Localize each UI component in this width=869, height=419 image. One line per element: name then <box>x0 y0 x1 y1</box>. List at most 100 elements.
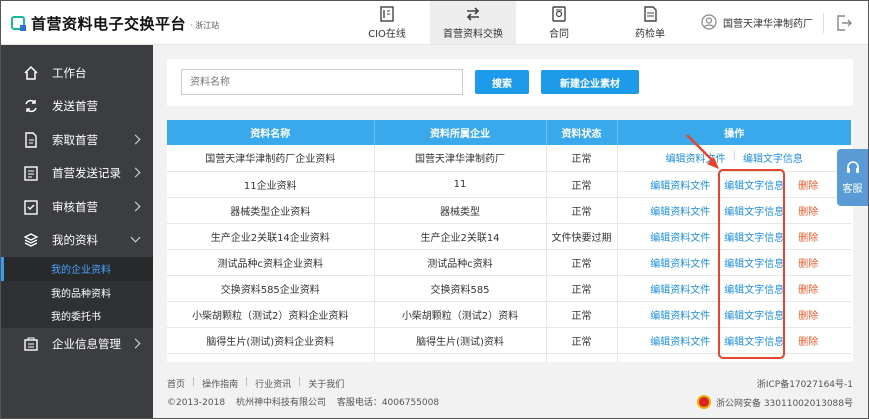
cell-company: 11 <box>374 171 547 198</box>
company-name: 杭州神中科技有限公司 <box>235 398 326 408</box>
edit-file-link[interactable]: 编辑资料文件 <box>659 150 733 165</box>
sidebar-item-send-record[interactable]: 首营发送记录 <box>1 157 153 191</box>
logout-icon[interactable] <box>835 14 853 32</box>
contract-icon <box>551 5 567 22</box>
sidebar-sub-label: 我的企业资料 <box>51 265 111 277</box>
table-row: 测试品种c资料企业资料 测试品种c资料 正常 编辑资料文件 编辑文字信息 删除 <box>167 249 851 276</box>
sidebar-item-workbench[interactable]: 工作台 <box>1 56 153 90</box>
edit-file-link[interactable]: 编辑资料文件 <box>643 359 717 363</box>
cell-actions: 编辑资料文件编辑文字信息删除 <box>617 275 851 302</box>
cell-company: 器械类型 <box>374 197 547 224</box>
cell-status: 正常 <box>546 301 618 328</box>
sidebar-item-audit[interactable]: 审核首营 <box>1 190 153 224</box>
footer-separator: | <box>298 377 302 387</box>
icp-number[interactable]: 浙ICP备17027164号-1 <box>757 377 853 390</box>
nav-cio-online[interactable]: CIO在线 <box>344 1 430 44</box>
delete-link[interactable]: 删除 <box>791 281 825 296</box>
chevron-right-icon <box>130 167 141 178</box>
police-record[interactable]: 浙公网安备 33011002013088号 <box>696 395 853 409</box>
refresh-icon <box>23 98 39 114</box>
sidebar-sub-my-authorization[interactable]: 我的委托书 <box>1 304 153 328</box>
delete-link[interactable]: 删除 <box>791 333 825 348</box>
footer-link-about[interactable]: 关于我们 <box>308 377 344 390</box>
edit-file-link[interactable]: 编辑资料文件 <box>643 177 717 192</box>
footer-separator: | <box>245 377 249 387</box>
table-header-row: 资料名称 资料所属企业 资料状态 操作 <box>167 120 851 145</box>
cell-company: 生产企业2关联14 <box>374 223 547 250</box>
sidebar-item-my-data[interactable]: 我的资料 <box>1 224 153 258</box>
edit-text-link[interactable]: 编辑文字信息 <box>717 177 791 192</box>
header-divider <box>823 13 824 33</box>
cell-actions: 编辑资料文件编辑文字信息删除 <box>617 197 851 224</box>
cell-name: 11企业资料 <box>167 171 375 198</box>
edit-text-link[interactable]: 编辑文字信息 <box>717 229 791 244</box>
delete-link[interactable]: 删除 <box>791 229 825 244</box>
edit-text-link[interactable]: 编辑文字信息 <box>717 333 791 348</box>
edit-text-link[interactable]: 编辑文字信息 <box>717 255 791 270</box>
nav-contract[interactable]: 合同 <box>516 1 602 44</box>
customer-service-label: 客服 <box>842 184 863 195</box>
cell-name: 小柴胡颗粒（测试2）资料企业资料 <box>167 301 375 328</box>
search-input[interactable] <box>181 69 463 95</box>
edit-file-link[interactable]: 编辑资料文件 <box>643 255 717 270</box>
table-row: 资料333企业资料资料333正常编辑资料文件编辑文字信息删除 <box>167 353 851 362</box>
logo[interactable]: 首营资料电子交换平台 · 浙江站 <box>11 12 219 34</box>
nav-exchange[interactable]: 首营资料交换 <box>430 1 516 44</box>
cell-actions: 编辑资料文件编辑文字信息删除 <box>617 327 851 354</box>
footer-link-home[interactable]: 首页 <box>167 377 185 390</box>
document-icon <box>642 5 658 22</box>
delete-link[interactable]: 删除 <box>791 177 825 192</box>
sidebar-sub-label: 我的品种资料 <box>51 288 111 300</box>
logo-title: 首营资料电子交换平台 <box>31 14 187 33</box>
search-button[interactable]: 搜索 <box>475 70 529 94</box>
top-header: 首营资料电子交换平台 · 浙江站 CIO在线 首营资料交换 合同 药检单 国营天… <box>1 1 868 45</box>
footer-link-news[interactable]: 行业资讯 <box>255 377 291 390</box>
edit-file-link[interactable]: 编辑资料文件 <box>643 281 717 296</box>
cell-name: 器械类型企业资料 <box>167 197 375 224</box>
edit-file-link[interactable]: 编辑资料文件 <box>643 203 717 218</box>
delete-link[interactable]: 删除 <box>791 307 825 322</box>
cell-status: 正常 <box>546 249 618 276</box>
sidebar-item-send[interactable]: 发送首营 <box>1 90 153 124</box>
edit-text-link[interactable]: 编辑文字信息 <box>717 281 791 296</box>
cell-actions: 编辑资料文件编辑文字信息删除 <box>617 249 851 276</box>
home-icon <box>23 65 39 81</box>
footer-copyright: ©2013-2018 杭州神中科技有限公司 客服电话：4006755008 <box>167 395 447 408</box>
edit-text-link[interactable]: 编辑文字信息 <box>717 203 791 218</box>
cell-name: 测试品种c资料企业资料 <box>167 249 375 276</box>
edit-text-link[interactable]: 编辑文字信息 <box>717 307 791 322</box>
delete-link[interactable]: 删除 <box>791 255 825 270</box>
edit-text-link[interactable]: 编辑文字信息 <box>717 359 791 363</box>
table-row: 生产企业2关联14企业资料 生产企业2关联14 文件快要过期 编辑资料文件 编辑文字信息… <box>167 223 851 250</box>
customer-service-widget[interactable]: 客服 <box>837 149 868 206</box>
cell-name: 国营天津华津制药厂企业资料 <box>167 145 375 172</box>
sidebar-item-label: 首营发送记录 <box>52 166 121 181</box>
edit-text-link[interactable]: 编辑文字信息 <box>736 150 810 165</box>
cell-name: 资料333企业资料 <box>167 353 375 362</box>
cell-actions: 编辑资料文件编辑文字信息删除 <box>617 171 851 198</box>
sidebar-sub-my-company-data[interactable]: 我的企业资料 <box>1 257 153 281</box>
cell-actions: 编辑资料文件编辑文字信息删除 <box>617 301 851 328</box>
service-phone: 客服电话：4006755008 <box>336 398 440 408</box>
sidebar-item-request[interactable]: 索取首营 <box>1 123 153 157</box>
new-company-material-button[interactable]: 新建企业素材 <box>541 70 639 94</box>
edit-file-link[interactable]: 编辑资料文件 <box>643 333 717 348</box>
table-row: 国营天津华津制药厂企业资料 国营天津华津制药厂 正常 编辑资料文件 | 编辑文字信息 <box>167 145 851 172</box>
column-header: 资料所属企业 <box>374 120 547 145</box>
sidebar-sub-my-product-data[interactable]: 我的品种资料 <box>1 280 153 304</box>
nav-test-report[interactable]: 药检单 <box>602 1 698 44</box>
cell-status: 正常 <box>546 171 618 198</box>
edit-file-link[interactable]: 编辑资料文件 <box>643 307 717 322</box>
user-menu[interactable]: 国营天津华津制药厂 <box>701 14 813 30</box>
sidebar-item-label: 审核首营 <box>52 199 98 214</box>
delete-link[interactable]: 删除 <box>791 359 825 363</box>
book-icon <box>379 5 395 22</box>
sidebar-item-company-info[interactable]: 企业信息管理 <box>1 328 153 362</box>
cell-company: 小柴胡颗粒（测试2）资料 <box>374 301 547 328</box>
footer-links: 首页 | 操作指南 | 行业资讯 | 关于我们 <box>167 377 344 390</box>
edit-file-link[interactable]: 编辑资料文件 <box>643 229 717 244</box>
delete-link[interactable]: 删除 <box>791 203 825 218</box>
footer-link-guide[interactable]: 操作指南 <box>202 377 238 390</box>
column-header: 资料名称 <box>167 120 375 145</box>
cell-name: 生产企业2关联14企业资料 <box>167 223 375 250</box>
